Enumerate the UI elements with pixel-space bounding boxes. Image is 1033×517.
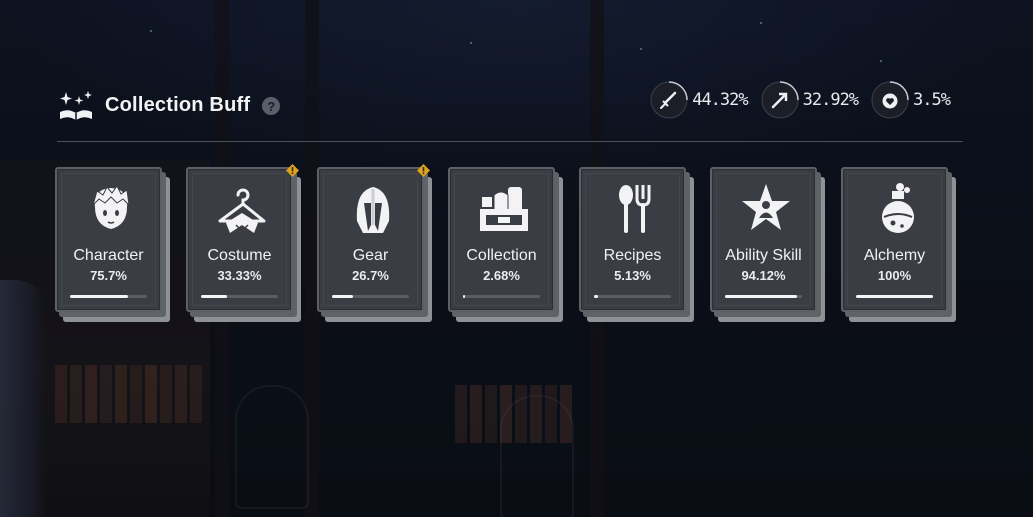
sparkle-book-icon [60, 91, 92, 120]
card-label: Alchemy [863, 247, 926, 264]
alert-icon [417, 164, 430, 177]
progress-bar [725, 295, 802, 298]
card-costume[interactable]: Costume 33.33% [186, 164, 301, 322]
progress-fill [856, 295, 933, 298]
stat-crit: 32.92% [760, 80, 859, 120]
progress-bar [856, 295, 933, 298]
spoon-fork-icon [618, 185, 650, 233]
arrow-icon [761, 81, 799, 119]
card-recipes[interactable]: Recipes 5.13% [579, 167, 694, 322]
header-divider [57, 141, 963, 142]
background-ornament [235, 385, 309, 509]
progress-fill [70, 295, 129, 298]
page-title: Collection Buff [105, 93, 251, 116]
progress-bar [332, 295, 409, 298]
potion-icon [881, 183, 914, 233]
card-label: Character [73, 247, 144, 264]
card-gear[interactable]: Gear 26.7% [317, 164, 432, 322]
progress-fill [594, 295, 598, 298]
card-percent: 94.12% [741, 268, 786, 283]
card-label: Recipes [603, 247, 662, 264]
stat-value: 32.92% [802, 90, 859, 110]
buff-stats: 44.32% 32.92% 3.5% [649, 80, 951, 120]
background-ornament [500, 395, 574, 517]
stat-value: 3.5% [913, 90, 951, 110]
card-label: Costume [207, 247, 272, 264]
progress-fill [463, 295, 466, 298]
star-skill-icon [741, 184, 790, 230]
progress-fill [201, 295, 227, 298]
progress-fill [725, 295, 798, 298]
collection-cards: Character 75.7% Costume 33.33% Gear 26.7… [55, 164, 956, 322]
card-character[interactable]: Character 75.7% [55, 167, 170, 322]
progress-bar [594, 295, 671, 298]
costume-hanger-icon [218, 188, 265, 233]
progress-bar [70, 295, 147, 298]
progress-fill [332, 295, 353, 298]
card-percent: 26.7% [352, 268, 389, 283]
card-percent: 75.7% [90, 268, 127, 283]
card-percent: 33.33% [217, 268, 262, 283]
heart-icon [871, 81, 909, 119]
card-label: Ability Skill [725, 247, 802, 264]
card-label: Gear [352, 247, 389, 264]
sword-icon [650, 81, 688, 119]
alert-icon [286, 164, 299, 177]
background-character [0, 280, 46, 517]
progress-bar [463, 295, 540, 298]
card-collection[interactable]: Collection 2.68% [448, 167, 563, 322]
help-button[interactable]: ? [262, 97, 281, 115]
helmet-icon [356, 187, 389, 233]
stat-value: 44.32% [692, 90, 748, 110]
card-ability-skill[interactable]: Ability Skill 94.12% [710, 167, 825, 322]
progress-bar [201, 295, 278, 298]
card-label: Collection [466, 247, 537, 264]
background-books [55, 365, 202, 423]
stat-hp: 3.5% [870, 80, 951, 120]
collection-box-icon [479, 187, 528, 231]
stat-attack: 44.32% [649, 80, 749, 120]
card-percent: 5.13% [614, 268, 651, 283]
character-icon [91, 185, 130, 229]
card-alchemy[interactable]: Alchemy 100% [841, 167, 956, 322]
card-percent: 2.68% [483, 268, 520, 283]
collection-buff-header: Collection Buff ? [57, 88, 281, 122]
card-percent: 100% [877, 268, 912, 283]
